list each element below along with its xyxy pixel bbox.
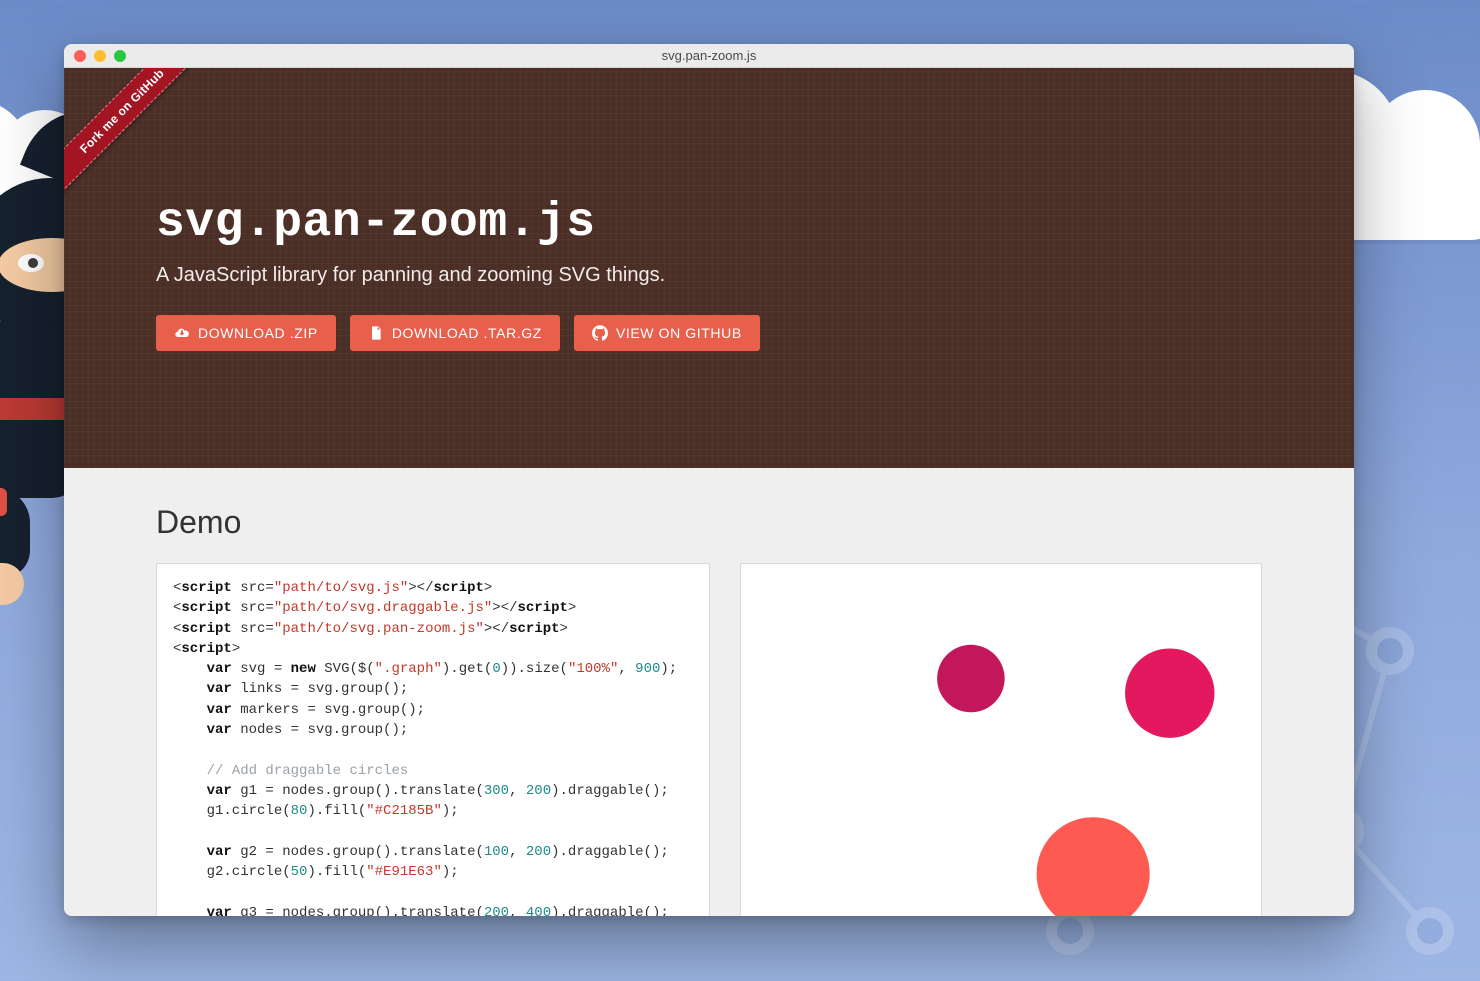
section-heading-demo: Demo	[156, 504, 1262, 541]
browser-window: svg.pan-zoom.js Fork me on GitHub svg.pa…	[64, 44, 1354, 916]
page-viewport: Fork me on GitHub svg.pan-zoom.js A Java…	[64, 68, 1354, 916]
page-title: svg.pan-zoom.js	[156, 196, 1354, 250]
file-archive-icon	[368, 325, 384, 341]
github-icon	[592, 325, 608, 341]
download-zip-button[interactable]: DOWNLOAD .ZIP	[156, 315, 336, 351]
demo-circle[interactable]	[1125, 648, 1214, 737]
demo-circle[interactable]	[937, 645, 1005, 713]
window-titlebar: svg.pan-zoom.js	[64, 44, 1354, 68]
hero: Fork me on GitHub svg.pan-zoom.js A Java…	[64, 68, 1354, 468]
window-minimize-icon[interactable]	[94, 50, 106, 62]
window-close-icon[interactable]	[74, 50, 86, 62]
window-zoom-icon[interactable]	[114, 50, 126, 62]
download-zip-label: DOWNLOAD .ZIP	[198, 325, 318, 341]
window-title: svg.pan-zoom.js	[662, 48, 757, 63]
cloud-download-icon	[174, 325, 190, 341]
download-targz-button[interactable]: DOWNLOAD .TAR.GZ	[350, 315, 560, 351]
code-sample: <script src="path/to/svg.js"></script> <…	[156, 563, 710, 916]
fork-ribbon-label: Fork me on GitHub	[64, 68, 217, 206]
download-targz-label: DOWNLOAD .TAR.GZ	[392, 325, 542, 341]
demo-svg-canvas[interactable]	[740, 563, 1262, 916]
demo-circle[interactable]	[1037, 817, 1150, 916]
view-github-button[interactable]: VIEW ON GITHUB	[574, 315, 760, 351]
fork-ribbon[interactable]: Fork me on GitHub	[64, 68, 224, 228]
page-subtitle: A JavaScript library for panning and zoo…	[156, 264, 1354, 287]
view-github-label: VIEW ON GITHUB	[616, 325, 742, 341]
